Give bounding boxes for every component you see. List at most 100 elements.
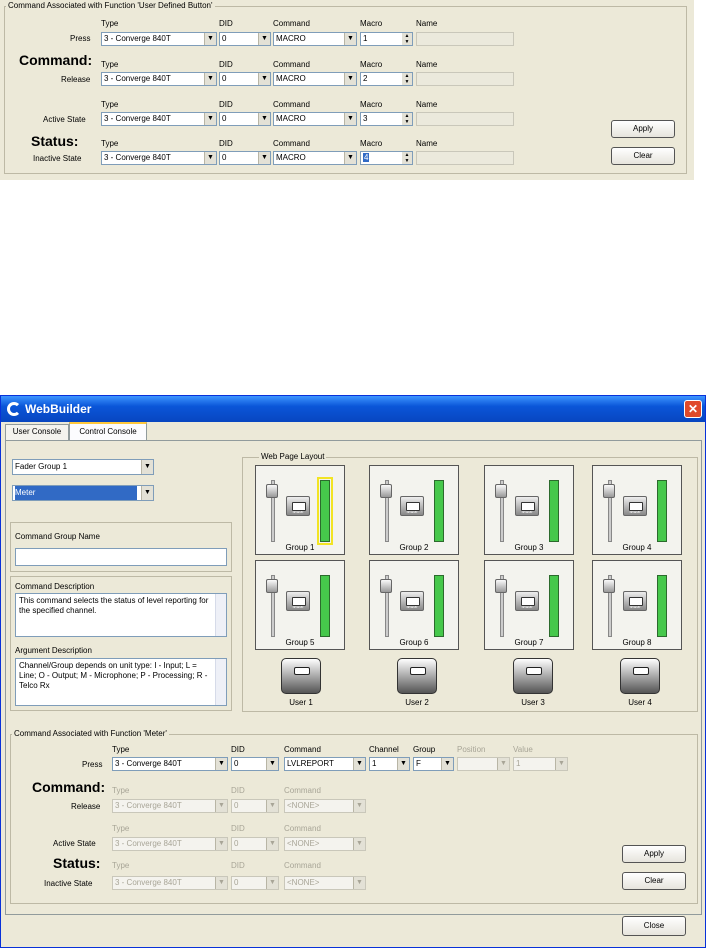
dropdown-arrow-icon[interactable]: ▼ bbox=[344, 152, 356, 164]
dropdown-arrow-icon[interactable]: ▼ bbox=[353, 877, 365, 889]
user-button-3[interactable] bbox=[513, 658, 553, 694]
fader-slider[interactable] bbox=[266, 575, 280, 637]
level-meter[interactable] bbox=[434, 575, 444, 637]
dropdown-arrow-icon[interactable]: ▼ bbox=[215, 758, 227, 770]
mute-button[interactable]: Mute bbox=[515, 591, 539, 611]
dropdown-arrow-icon[interactable]: ▼ bbox=[141, 460, 153, 474]
dropdown-arrow-icon[interactable]: ▼ bbox=[141, 486, 153, 500]
command-group-name-input[interactable] bbox=[15, 548, 227, 566]
fader-knob[interactable] bbox=[380, 484, 392, 498]
apply-button[interactable]: Apply bbox=[622, 845, 686, 863]
dropdown-arrow-icon[interactable]: ▼ bbox=[258, 152, 270, 164]
macro-spinner[interactable]: 2 ▲ ▼ bbox=[360, 72, 413, 86]
command-select[interactable]: <NONE> ▼ bbox=[284, 799, 366, 813]
dropdown-arrow-icon[interactable]: ▼ bbox=[204, 152, 216, 164]
type-select[interactable]: 3 - Converge 840T ▼ bbox=[101, 151, 217, 165]
group-tile-2[interactable]: Mute Group 2 bbox=[369, 465, 459, 555]
dropdown-arrow-icon[interactable]: ▼ bbox=[266, 800, 278, 812]
mute-button[interactable]: Mute bbox=[286, 591, 310, 611]
user-button-1[interactable] bbox=[281, 658, 321, 694]
dropdown-arrow-icon[interactable]: ▼ bbox=[397, 758, 409, 770]
apply-button[interactable]: Apply bbox=[611, 120, 675, 138]
dropdown-arrow-icon[interactable]: ▼ bbox=[441, 758, 453, 770]
command-select[interactable]: MACRO ▼ bbox=[273, 32, 357, 46]
macro-spinner[interactable]: 3 ▲ ▼ bbox=[360, 112, 413, 126]
type-select[interactable]: 3 - Converge 840T ▼ bbox=[112, 837, 228, 851]
dropdown-arrow-icon[interactable]: ▼ bbox=[258, 33, 270, 45]
level-meter[interactable] bbox=[317, 477, 333, 545]
user-button-2[interactable] bbox=[397, 658, 437, 694]
fader-knob[interactable] bbox=[495, 579, 507, 593]
dropdown-arrow-icon[interactable]: ▼ bbox=[258, 73, 270, 85]
did-select[interactable]: 0 ▼ bbox=[219, 32, 271, 46]
did-select[interactable]: 0 ▼ bbox=[231, 876, 279, 890]
fader-knob[interactable] bbox=[266, 484, 278, 498]
level-meter[interactable] bbox=[549, 480, 559, 542]
close-button[interactable]: Close bbox=[622, 916, 686, 936]
fader-knob[interactable] bbox=[380, 579, 392, 593]
did-select[interactable]: 0 ▼ bbox=[219, 72, 271, 86]
fader-slider[interactable] bbox=[495, 480, 509, 542]
did-select[interactable]: 0 ▼ bbox=[219, 151, 271, 165]
group-tile-3[interactable]: Mute Group 3 bbox=[484, 465, 574, 555]
level-meter[interactable] bbox=[434, 480, 444, 542]
mute-button[interactable]: Mute bbox=[623, 496, 647, 516]
group-tile-6[interactable]: Mute Group 6 bbox=[369, 560, 459, 650]
did-select[interactable]: 0 ▼ bbox=[219, 112, 271, 126]
group-tile-1[interactable]: Mute Group 1 bbox=[255, 465, 345, 555]
command-select[interactable]: LVLREPORT ▼ bbox=[284, 757, 366, 771]
did-select[interactable]: 0 ▼ bbox=[231, 757, 279, 771]
level-meter[interactable] bbox=[549, 575, 559, 637]
dropdown-arrow-icon[interactable]: ▼ bbox=[204, 113, 216, 125]
level-meter[interactable] bbox=[320, 575, 330, 637]
type-select[interactable]: 3 - Converge 840T ▼ bbox=[101, 72, 217, 86]
fader-slider[interactable] bbox=[603, 480, 617, 542]
dropdown-arrow-icon[interactable]: ▼ bbox=[555, 758, 567, 770]
dropdown-arrow-icon[interactable]: ▼ bbox=[204, 33, 216, 45]
macro-spinner[interactable]: 4 ▲ ▼ bbox=[360, 151, 413, 165]
position-select[interactable]: ▼ bbox=[457, 757, 510, 771]
fader-knob[interactable] bbox=[603, 484, 615, 498]
did-select[interactable]: 0 ▼ bbox=[231, 837, 279, 851]
type-select[interactable]: 3 - Converge 840T ▼ bbox=[101, 112, 217, 126]
fader-slider[interactable] bbox=[603, 575, 617, 637]
dropdown-arrow-icon[interactable]: ▼ bbox=[215, 838, 227, 850]
group-select[interactable]: F ▼ bbox=[413, 757, 454, 771]
dropdown-arrow-icon[interactable]: ▼ bbox=[344, 73, 356, 85]
fader-slider[interactable] bbox=[380, 480, 394, 542]
dropdown-arrow-icon[interactable]: ▼ bbox=[266, 758, 278, 770]
mute-button[interactable]: Mute bbox=[286, 496, 310, 516]
type-select[interactable]: 3 - Converge 840T ▼ bbox=[112, 799, 228, 813]
command-select[interactable]: MACRO ▼ bbox=[273, 112, 357, 126]
scrollbar[interactable] bbox=[215, 594, 226, 636]
dropdown-arrow-icon[interactable]: ▼ bbox=[266, 838, 278, 850]
mute-button[interactable]: Mute bbox=[623, 591, 647, 611]
dropdown-arrow-icon[interactable]: ▼ bbox=[497, 758, 509, 770]
fader-knob[interactable] bbox=[603, 579, 615, 593]
mute-button[interactable]: Mute bbox=[400, 591, 424, 611]
dropdown-arrow-icon[interactable]: ▼ bbox=[215, 877, 227, 889]
group-tile-8[interactable]: Mute Group 8 bbox=[592, 560, 682, 650]
dropdown-arrow-icon[interactable]: ▼ bbox=[215, 800, 227, 812]
did-select[interactable]: 0 ▼ bbox=[231, 799, 279, 813]
function-select[interactable]: Meter ▼ bbox=[12, 485, 154, 501]
group-tile-4[interactable]: Mute Group 4 bbox=[592, 465, 682, 555]
spinner-arrows-icon[interactable]: ▲ ▼ bbox=[402, 152, 412, 164]
tab-user-console[interactable]: User Console bbox=[5, 424, 69, 440]
close-window-button[interactable]: ✕ bbox=[684, 400, 702, 418]
command-select[interactable]: MACRO ▼ bbox=[273, 72, 357, 86]
scrollbar[interactable] bbox=[215, 659, 226, 705]
clear-button[interactable]: Clear bbox=[622, 872, 686, 890]
mute-button[interactable]: Mute bbox=[515, 496, 539, 516]
level-meter[interactable] bbox=[657, 575, 667, 637]
value-select[interactable]: 1 ▼ bbox=[513, 757, 568, 771]
tab-control-console[interactable]: Control Console bbox=[69, 422, 147, 440]
channel-select[interactable]: 1 ▼ bbox=[369, 757, 410, 771]
dropdown-arrow-icon[interactable]: ▼ bbox=[353, 800, 365, 812]
type-select[interactable]: 3 - Converge 840T ▼ bbox=[112, 876, 228, 890]
spinner-arrows-icon[interactable]: ▲ ▼ bbox=[402, 73, 412, 85]
fader-knob[interactable] bbox=[495, 484, 507, 498]
dropdown-arrow-icon[interactable]: ▼ bbox=[344, 113, 356, 125]
dropdown-arrow-icon[interactable]: ▼ bbox=[266, 877, 278, 889]
fader-knob[interactable] bbox=[266, 579, 278, 593]
